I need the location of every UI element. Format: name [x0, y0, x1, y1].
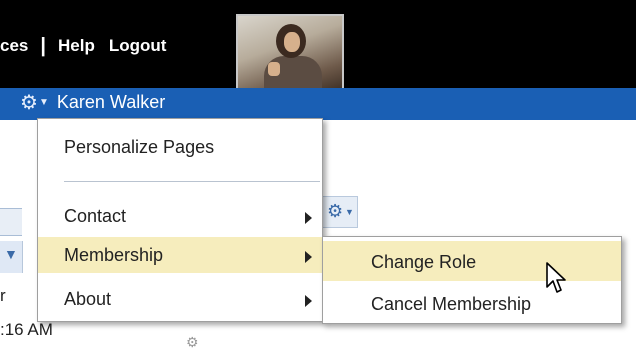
panel-actions-button[interactable]: ⚙ ▼ [318, 196, 358, 228]
submenu-item-cancel-membership[interactable]: Cancel Membership [323, 283, 621, 323]
chevron-right-icon [305, 212, 312, 224]
submenu-item-change-role[interactable]: Change Role [323, 241, 621, 281]
preferences-link-partial[interactable]: ces [0, 36, 28, 56]
chevron-down-icon: ▼ [345, 207, 354, 217]
user-menu-trigger[interactable]: ⚙ ▼ Karen Walker [20, 92, 165, 113]
logout-link[interactable]: Logout [109, 36, 167, 56]
menu-divider [64, 181, 320, 182]
settings-icon: ⚙ [186, 334, 199, 350]
mouse-pointer-icon [546, 262, 566, 293]
background-text: r [0, 286, 6, 305]
submenu-item-label: Cancel Membership [371, 294, 532, 314]
chevron-right-icon [305, 295, 312, 307]
membership-submenu: Change Role Cancel Membership [322, 236, 622, 324]
user-dropdown-menu: Personalize Pages Contact Membership Abo… [37, 118, 323, 322]
menu-item-label: Membership [64, 245, 164, 265]
gear-icon: ⚙ [327, 201, 344, 221]
gear-icon[interactable]: ⚙ [20, 93, 38, 113]
menu-item-about[interactable]: About [38, 281, 322, 317]
menu-item-contact[interactable]: Contact [38, 198, 322, 234]
user-profile-photo[interactable] [236, 14, 344, 94]
menu-item-label: Personalize Pages [64, 137, 215, 157]
user-name-link[interactable]: Karen Walker [57, 92, 165, 113]
chevron-down-icon[interactable]: ▼ [4, 246, 18, 262]
link-separator: | [40, 34, 46, 57]
background-panel-header [0, 208, 22, 236]
photo-hand-shape [268, 62, 280, 76]
menu-item-label: Contact [64, 206, 127, 226]
menu-item-label: About [64, 289, 112, 309]
chevron-right-icon [305, 251, 312, 263]
background-time: :16 AM [0, 320, 53, 339]
menu-item-membership[interactable]: Membership [38, 237, 322, 273]
global-links: ces | Help Logout [0, 26, 166, 66]
submenu-item-label: Change Role [371, 252, 477, 272]
menu-item-personalize-pages[interactable]: Personalize Pages [38, 129, 322, 165]
chevron-down-icon[interactable]: ▼ [39, 97, 49, 108]
help-link[interactable]: Help [58, 36, 95, 56]
photo-face-shape [284, 32, 300, 52]
